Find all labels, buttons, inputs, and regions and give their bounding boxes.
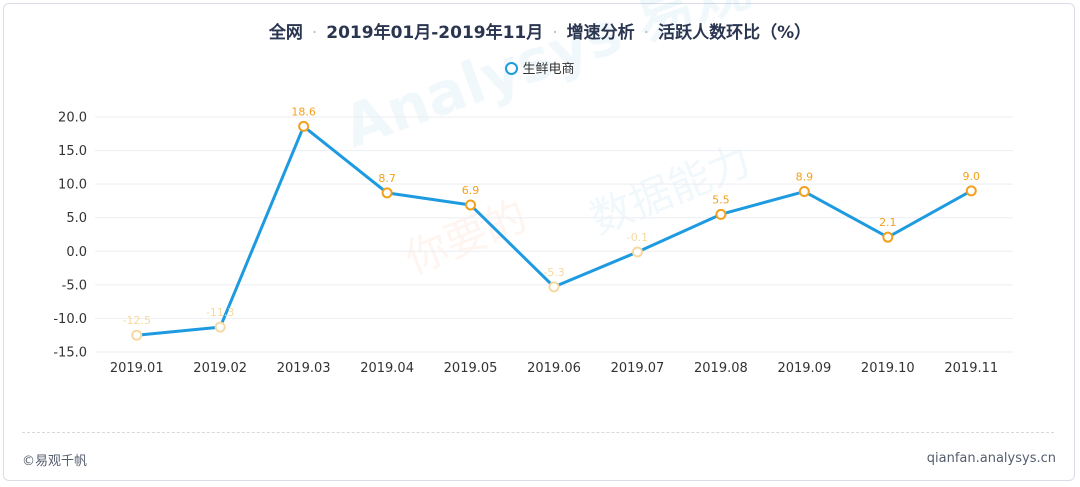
x-tick-label: 2019.11 <box>944 361 998 376</box>
x-tick-label: 2019.06 <box>527 361 581 376</box>
x-tick-label: 2019.05 <box>444 361 498 376</box>
data-label: 8.7 <box>378 172 396 185</box>
y-tick-label: 20.0 <box>58 111 87 126</box>
data-label: 2.1 <box>879 216 897 229</box>
y-tick-label: 0.0 <box>66 245 87 260</box>
data-point <box>882 231 894 243</box>
data-point <box>298 120 310 132</box>
y-tick-label: -15.0 <box>53 346 87 361</box>
data-point <box>214 321 226 333</box>
x-tick-label: 2019.03 <box>277 361 331 376</box>
footer-url: qianfan.analysys.cn <box>926 451 1056 466</box>
data-label: -0.1 <box>627 231 648 244</box>
data-point <box>548 281 560 293</box>
data-label: 5.5 <box>712 193 730 206</box>
x-tick-label: 2019.07 <box>611 361 665 376</box>
data-label: 8.9 <box>796 171 814 184</box>
data-point <box>715 208 727 220</box>
line-chart: 20.0 15.0 10.0 5.0 0.0 -5.0 -10.0 -15.0 2019.01 2… <box>53 105 1013 376</box>
data-point <box>381 187 393 199</box>
y-tick-label: 5.0 <box>66 211 87 226</box>
y-tick-label: -5.0 <box>62 278 87 293</box>
data-point <box>798 186 810 198</box>
x-tick-label: 2019.01 <box>110 361 164 376</box>
data-label: 6.9 <box>462 184 480 197</box>
y-tick-label: -10.0 <box>53 312 87 327</box>
x-tick-label: 2019.08 <box>694 361 748 376</box>
data-label: 9.0 <box>963 170 981 183</box>
data-label: -5.3 <box>543 266 564 279</box>
x-tick-label: 2019.09 <box>777 361 831 376</box>
data-point <box>631 246 643 258</box>
y-tick-label: 10.0 <box>58 178 87 193</box>
data-point <box>965 185 977 197</box>
footer-copyright: ©易观千帆 <box>22 454 88 469</box>
series-line <box>136 124 973 337</box>
data-label: -11.3 <box>206 306 234 319</box>
x-tick-label: 2019.04 <box>360 361 414 376</box>
data-label: 18.6 <box>291 105 316 118</box>
footer-divider <box>22 432 1054 433</box>
data-point <box>465 199 477 211</box>
y-tick-label: 15.0 <box>58 144 87 159</box>
data-point <box>131 329 143 341</box>
x-tick-label: 2019.10 <box>861 361 915 376</box>
data-label: -12.5 <box>122 314 150 327</box>
x-tick-label: 2019.02 <box>193 361 247 376</box>
